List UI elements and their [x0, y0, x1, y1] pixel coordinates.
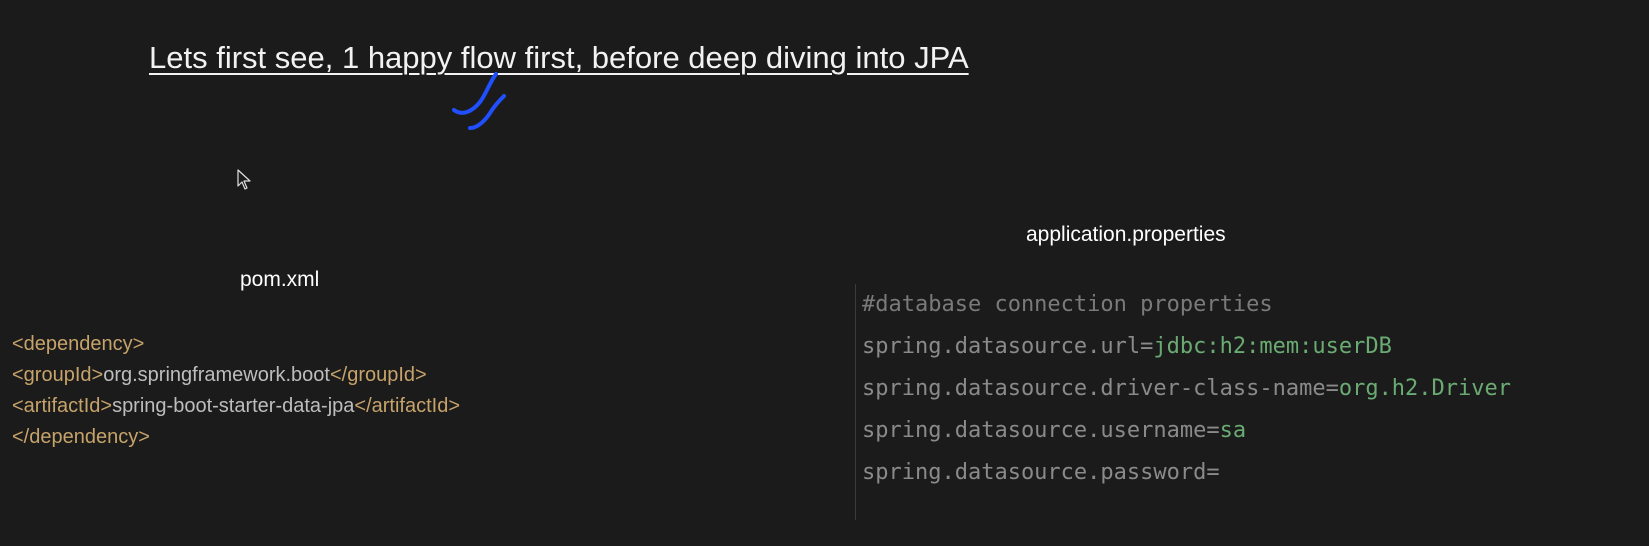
xml-line: <artifactId>spring-boot-starter-data-jpa… — [12, 391, 460, 422]
pom-dependency-snippet: <dependency> <groupId>org.springframewor… — [12, 329, 460, 453]
property-key: spring.datasource.username= — [862, 418, 1220, 443]
mouse-pointer-icon — [237, 169, 251, 190]
property-key: spring.datasource.driver-class-name= — [862, 376, 1339, 401]
xml-line: </dependency> — [12, 422, 460, 453]
property-value: sa — [1219, 418, 1247, 443]
xml-value: org.springframework.boot — [103, 364, 330, 386]
properties-file-label: application.properties — [1026, 223, 1226, 246]
slide-canvas: Lets first see, 1 happy flow first, befo… — [0, 0, 1649, 546]
pen-annotation-icon — [452, 72, 506, 130]
xml-line: <groupId>org.springframework.boot</group… — [12, 360, 460, 391]
property-value: jdbc:h2:mem:userDB — [1153, 334, 1392, 359]
code-line: #database connection properties — [862, 284, 1511, 326]
pom-file-label: pom.xml — [240, 268, 320, 291]
xml-tag: <groupId> — [12, 364, 104, 386]
properties-code-snippet: #database connection properties spring.d… — [855, 284, 1511, 520]
xml-tag: <artifactId> — [12, 395, 113, 417]
code-comment: #database connection properties — [862, 292, 1273, 317]
code-line: spring.datasource.password= — [862, 452, 1511, 494]
property-key: spring.datasource.url= — [862, 334, 1154, 359]
code-line: spring.datasource.driver-class-name=org.… — [862, 368, 1511, 410]
property-key: spring.datasource.password= — [862, 460, 1220, 485]
xml-tag: </dependency> — [12, 426, 150, 448]
xml-value: spring-boot-starter-data-jpa — [112, 395, 355, 417]
xml-tag: </groupId> — [329, 364, 427, 386]
property-value: org.h2.Driver — [1338, 376, 1512, 401]
xml-tag: </artifactId> — [354, 395, 461, 417]
code-line: spring.datasource.username=sa — [862, 410, 1511, 452]
xml-tag: <dependency> — [12, 333, 145, 355]
xml-line: <dependency> — [12, 329, 460, 360]
code-line: spring.datasource.url=jdbc:h2:mem:userDB — [862, 326, 1511, 368]
slide-title: Lets first see, 1 happy flow first, befo… — [149, 40, 969, 75]
